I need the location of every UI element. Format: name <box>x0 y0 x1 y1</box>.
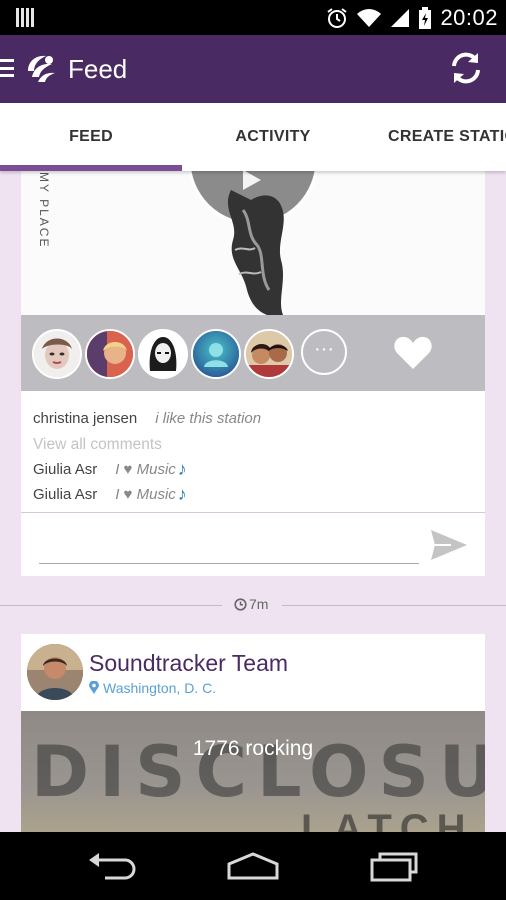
battery-icon <box>419 7 432 29</box>
comment-author[interactable]: Giulia Asr <box>33 461 97 478</box>
tab-bar: FEED ACTIVITY CREATE STATIO <box>0 103 506 171</box>
listener-avatar[interactable] <box>85 329 135 379</box>
artwork-caption: MY PLACE <box>37 172 51 249</box>
signal-icon <box>391 9 410 27</box>
comment-row: Giulia Asr I ♥ Music ♪ <box>33 482 473 507</box>
view-all-comments-row: View all comments <box>33 432 473 457</box>
listener-avatar[interactable] <box>32 329 82 379</box>
listener-avatar[interactable] <box>138 329 188 379</box>
sim-icon <box>16 8 34 27</box>
clock: 20:02 <box>440 5 498 30</box>
comment-text: I ♥ Music <box>115 486 176 503</box>
more-listeners-button[interactable]: ··· <box>301 329 347 375</box>
recent-apps-icon[interactable] <box>366 850 422 882</box>
wifi-icon <box>357 9 382 27</box>
timestamp-text: 7m <box>249 596 269 612</box>
user-avatar[interactable] <box>27 644 83 700</box>
time-divider: 7m <box>0 594 506 616</box>
menu-icon[interactable] <box>0 59 14 77</box>
tab-activity[interactable]: ACTIVITY <box>182 103 364 171</box>
user-post-card: Soundtracker Team Washington, D. C. DISC… <box>21 634 485 844</box>
tab-feed[interactable]: FEED <box>0 103 182 171</box>
station-post-card: MY PLACE ··· christina jensen i like thi… <box>21 150 485 576</box>
status-bar: 20:02 <box>0 0 506 35</box>
alarm-icon <box>327 8 348 28</box>
comment-text: I ♥ Music <box>115 461 176 478</box>
refresh-icon[interactable] <box>448 50 484 86</box>
post-timestamp: 7m <box>234 596 268 612</box>
home-icon[interactable] <box>225 850 281 882</box>
app-logo-icon[interactable] <box>22 51 58 87</box>
app-bar: Feed <box>0 35 506 103</box>
station-cover-image[interactable]: DISCLOSURE LATCH 1776 rocking <box>21 711 485 844</box>
like-heart-icon[interactable] <box>393 335 433 371</box>
tab-create-station[interactable]: CREATE STATIO <box>388 103 506 171</box>
station-artwork[interactable]: MY PLACE <box>21 150 485 315</box>
comment-text: i like this station <box>155 409 262 427</box>
comment-input[interactable] <box>39 522 419 564</box>
back-icon[interactable] <box>85 850 141 882</box>
listener-avatar-default[interactable] <box>191 329 241 379</box>
view-all-comments-link[interactable]: View all comments <box>33 436 162 454</box>
comment-author[interactable]: Giulia Asr <box>33 486 97 503</box>
page-title: Feed <box>68 54 128 84</box>
active-tab-indicator <box>0 165 182 171</box>
artwork-image <box>187 150 319 315</box>
card-divider <box>21 512 485 513</box>
station-title-overlay: 1776 rocking <box>192 737 314 760</box>
comments-list: christina jensen i like this station Vie… <box>33 404 473 507</box>
listeners-bar: ··· <box>21 315 485 391</box>
location-pin-icon <box>89 681 99 694</box>
listener-avatar[interactable] <box>244 329 294 379</box>
comment-author[interactable]: christina jensen <box>33 410 137 427</box>
comment-row: Giulia Asr I ♥ Music ♪ <box>33 457 473 482</box>
comment-row: christina jensen i like this station <box>33 404 473 432</box>
music-note-icon: ♪ <box>177 484 187 504</box>
music-note-icon: ♪ <box>177 459 187 479</box>
clock-icon <box>234 597 247 611</box>
user-name[interactable]: Soundtracker Team <box>89 650 288 677</box>
user-location[interactable]: Washington, D. C. <box>89 680 216 696</box>
send-icon[interactable] <box>429 528 469 562</box>
system-nav-bar <box>0 832 506 900</box>
